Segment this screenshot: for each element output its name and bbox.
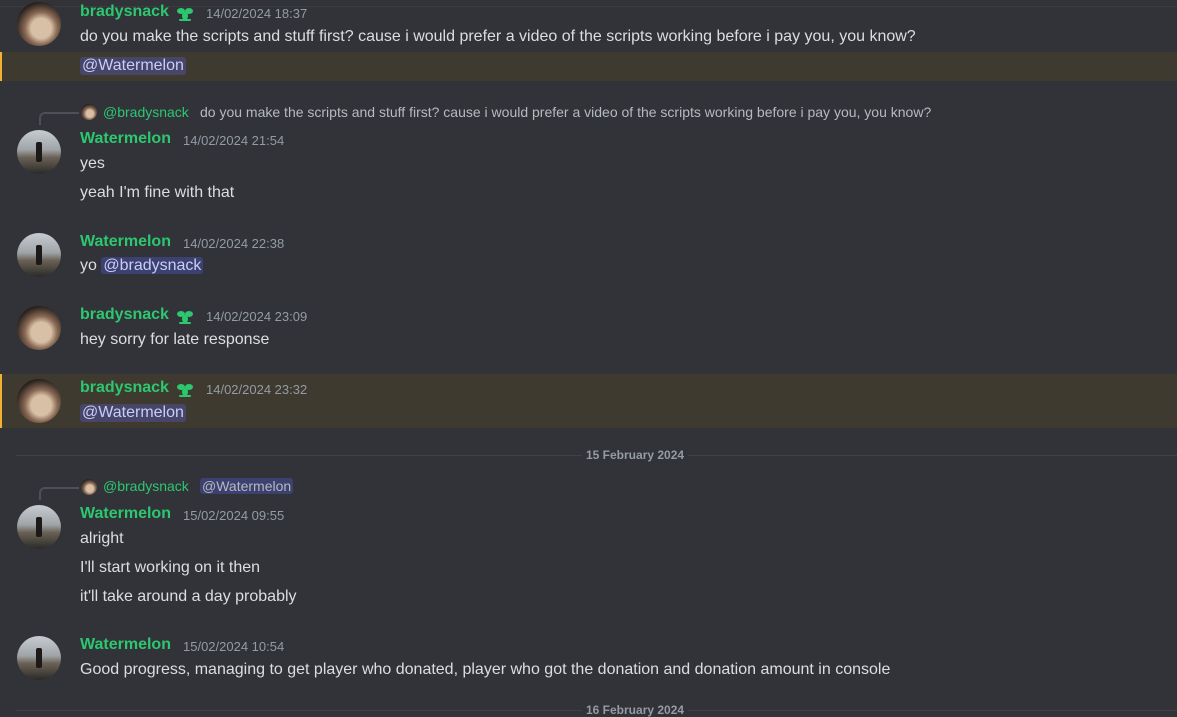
reply-connector [39, 487, 79, 500]
leaf-badge-icon[interactable] [175, 3, 195, 23]
avatar[interactable] [17, 2, 61, 46]
timestamp: 14/02/2024 18:37 [206, 6, 308, 21]
avatar[interactable] [17, 130, 61, 174]
message-text: yeah I'm fine with that [80, 184, 235, 201]
reply-author[interactable]: @bradysnack [103, 478, 189, 494]
avatar[interactable] [17, 636, 61, 680]
username[interactable]: Watermelon [80, 233, 171, 251]
avatar[interactable] [17, 505, 61, 549]
username[interactable]: Watermelon [80, 505, 171, 523]
username[interactable]: Watermelon [80, 636, 171, 654]
timestamp: 14/02/2024 22:38 [183, 236, 285, 251]
username[interactable]: bradysnack [80, 379, 169, 397]
leaf-badge-icon[interactable] [175, 306, 195, 326]
user-mention[interactable]: @Watermelon [80, 404, 186, 422]
reply-avatar[interactable] [81, 479, 97, 495]
message-text: Good progress, managing to get player wh… [80, 661, 891, 678]
message-text: do you make the scripts and stuff first?… [80, 28, 916, 45]
avatar[interactable] [17, 306, 61, 350]
message-text: alright [80, 530, 124, 547]
leaf-badge-icon[interactable] [175, 379, 195, 399]
reply-author[interactable]: @bradysnack [103, 104, 189, 120]
username[interactable]: bradysnack [80, 306, 169, 324]
timestamp: 15/02/2024 09:55 [183, 508, 285, 523]
message-text: yo @bradysnack [80, 257, 204, 275]
avatar[interactable] [17, 233, 61, 277]
message-text: hey sorry for late response [80, 331, 270, 348]
reply-mention[interactable]: @Watermelon [200, 478, 294, 494]
date-divider-label: 15 February 2024 [582, 448, 689, 462]
timestamp: 15/02/2024 10:54 [183, 639, 285, 654]
username[interactable]: Watermelon [80, 130, 171, 148]
avatar[interactable] [17, 379, 61, 423]
reply-connector [39, 112, 79, 125]
user-mention[interactable]: @bradysnack [101, 257, 204, 274]
message-text: yes [80, 155, 105, 172]
reply-avatar[interactable] [81, 104, 97, 120]
message-prefix: yo [80, 257, 97, 274]
message-text: I'll start working on it then [80, 559, 261, 576]
timestamp: 14/02/2024 23:32 [206, 382, 308, 397]
reply-preview-text[interactable]: do you make the scripts and stuff first?… [200, 104, 931, 120]
user-mention[interactable]: @Watermelon [80, 57, 186, 75]
date-divider-label: 16 February 2024 [582, 703, 689, 717]
username[interactable]: bradysnack [80, 3, 169, 21]
timestamp: 14/02/2024 21:54 [183, 133, 285, 148]
message-text: it'll take around a day probably [80, 588, 297, 605]
timestamp: 14/02/2024 23:09 [206, 309, 308, 324]
